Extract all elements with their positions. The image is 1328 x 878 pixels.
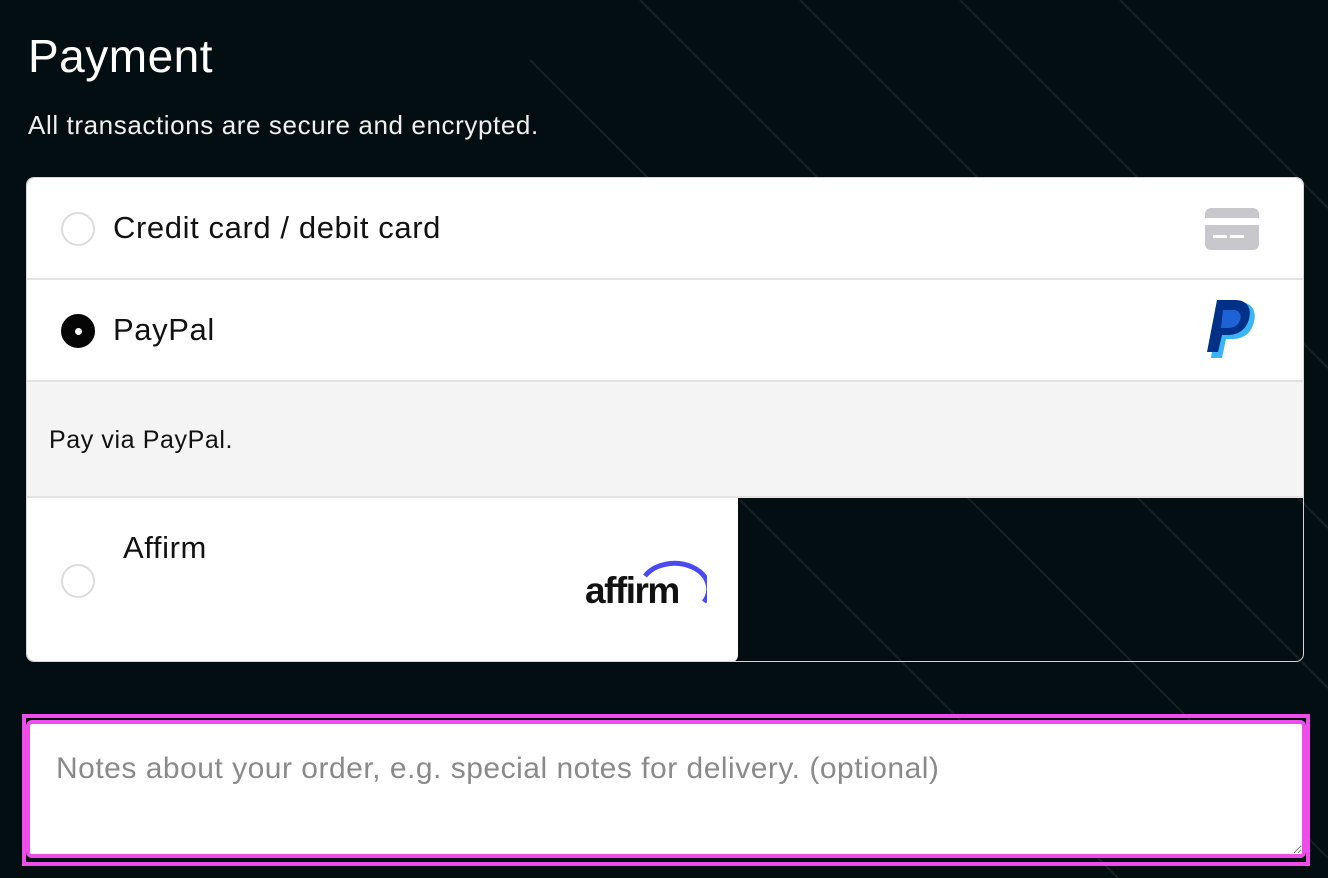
payment-method-label: PayPal <box>113 312 215 347</box>
affirm-radio[interactable] <box>61 564 95 598</box>
payment-method-credit-card[interactable]: Credit card / debit card <box>27 178 1303 280</box>
svg-text:affirm: affirm <box>585 570 679 608</box>
affirm-logo: affirm <box>583 552 712 613</box>
paypal-radio[interactable] <box>61 314 95 348</box>
paypal-icon <box>1207 300 1259 367</box>
paypal-description-panel: Pay via PayPal. <box>27 382 1303 498</box>
page-subtitle: All transactions are secure and encrypte… <box>28 110 539 140</box>
order-notes-textarea[interactable] <box>26 720 1306 858</box>
credit-card-radio[interactable] <box>61 212 95 246</box>
payment-method-label: Affirm <box>123 530 207 565</box>
page-title: Payment <box>28 30 214 82</box>
paypal-description: Pay via PayPal. <box>49 426 234 454</box>
payment-method-label: Credit card / debit card <box>113 210 441 245</box>
credit-card-icon <box>1205 208 1259 255</box>
payment-method-affirm[interactable]: Affirm affirm <box>27 498 738 661</box>
payment-methods-list: Credit card / debit card PayPal Pay via … <box>26 177 1304 662</box>
payment-method-paypal[interactable]: PayPal <box>27 280 1303 382</box>
